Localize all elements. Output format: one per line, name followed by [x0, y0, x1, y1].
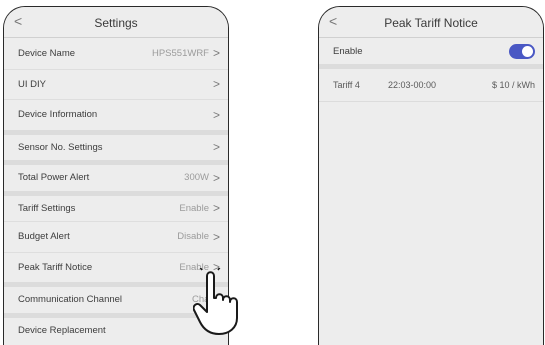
- tariff-name: Tariff 4: [333, 80, 360, 90]
- hand-pointer-icon: [193, 268, 238, 335]
- settings-header: < Settings: [4, 7, 228, 38]
- row-label: Communication Channel: [18, 294, 123, 306]
- toggle-knob: [522, 45, 533, 57]
- row-label: Total Power Alert: [18, 172, 90, 184]
- page-title: Settings: [94, 16, 138, 30]
- row-label: Device Replacement: [18, 324, 106, 336]
- chevron-right-icon: >: [212, 140, 220, 155]
- row-value: Enable: [179, 202, 209, 214]
- enable-toggle[interactable]: [509, 43, 535, 59]
- tariff-row[interactable]: Tariff 4 22:03-00:00 $ 10 / kWh: [319, 69, 543, 102]
- row-label: Peak Tariff Notice: [18, 261, 93, 273]
- settings-row-device-name[interactable]: Device Name HPS551WRF >: [4, 38, 228, 69]
- settings-row-sensor-no-settings[interactable]: Sensor No. Settings >: [4, 129, 228, 160]
- tariff-time: 22:03-00:00: [388, 80, 437, 90]
- row-label: Sensor No. Settings: [18, 141, 103, 153]
- tariff-price: $ 10 / kWh: [491, 80, 535, 90]
- row-label: Tariff Settings: [18, 202, 76, 214]
- row-label: Device Information: [18, 109, 98, 121]
- chevron-right-icon: >: [212, 77, 220, 92]
- row-value: HPS551WRF: [151, 47, 209, 59]
- page-title: Peak Tariff Notice: [384, 16, 478, 30]
- enable-row: Enable: [319, 38, 543, 69]
- settings-row-device-information[interactable]: Device Information >: [4, 99, 228, 130]
- row-label: Budget Alert: [18, 231, 70, 243]
- settings-row-ui-diy[interactable]: UI DIY >: [4, 68, 228, 99]
- row-label: UI DIY: [18, 78, 46, 90]
- settings-row-tariff-settings[interactable]: Tariff Settings Enable >: [4, 190, 228, 221]
- chevron-right-icon: >: [212, 46, 220, 61]
- chevron-right-icon: >: [212, 170, 220, 185]
- enable-label: Enable: [333, 45, 363, 57]
- chevron-right-icon: >: [212, 201, 220, 216]
- settings-row-budget-alert[interactable]: Budget Alert Disable >: [4, 221, 228, 252]
- row-label: Device Name: [18, 47, 76, 59]
- row-value: Disable: [177, 231, 209, 243]
- peak-tariff-phone-screen: < Peak Tariff Notice Enable Tariff 4 22:…: [318, 6, 544, 345]
- chevron-right-icon: >: [212, 107, 220, 122]
- chevron-right-icon: >: [212, 229, 220, 244]
- settings-row-total-power-alert[interactable]: Total Power Alert 300W >: [4, 160, 228, 191]
- row-value: 300W: [184, 172, 209, 184]
- peak-tariff-header: < Peak Tariff Notice: [319, 7, 543, 38]
